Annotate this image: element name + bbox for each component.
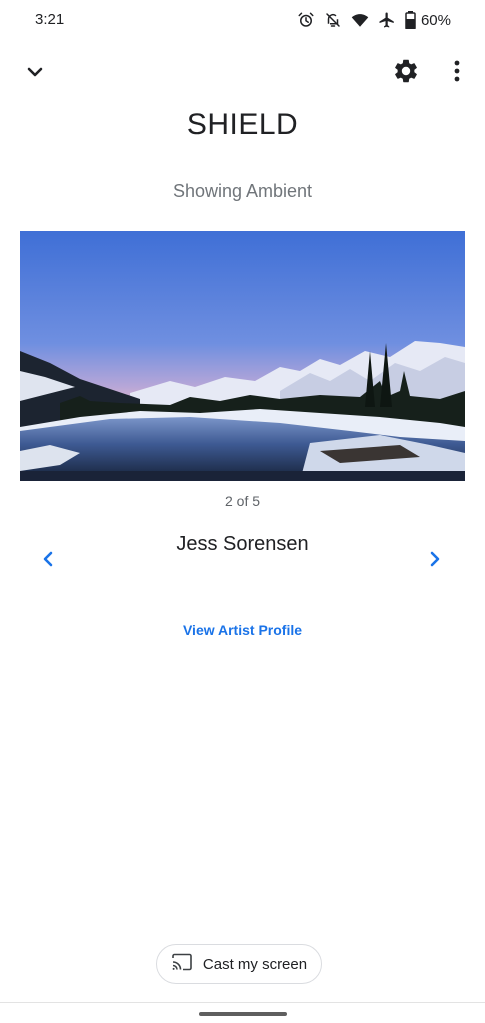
ambient-photo xyxy=(20,231,465,481)
device-title: SHIELD xyxy=(186,108,299,141)
status-bar: 3:21 60% xyxy=(0,0,485,40)
gear-icon xyxy=(392,57,420,90)
more-vert-icon xyxy=(454,60,460,87)
alarm-icon xyxy=(297,11,315,29)
more-options-button[interactable] xyxy=(446,58,468,88)
chevron-right-icon xyxy=(430,551,440,572)
screen: 3:21 60% SHIELD Showing Ambient 2 of 5 J… xyxy=(0,0,485,1023)
artist-name: Jess Sorensen xyxy=(176,533,309,555)
wifi-icon xyxy=(351,11,369,29)
chevron-down-icon xyxy=(27,64,43,82)
airplane-mode-icon xyxy=(378,11,396,29)
status-time: 3:21 xyxy=(35,11,65,28)
cast-icon xyxy=(171,953,193,976)
gesture-navigation-bar[interactable] xyxy=(199,1012,287,1016)
cast-screen-button[interactable]: Cast my screen xyxy=(156,944,322,984)
settings-button[interactable] xyxy=(391,58,421,88)
status-icons: 60% xyxy=(297,9,451,31)
photo-counter: 2 of 5 xyxy=(224,493,261,509)
cast-screen-label: Cast my screen xyxy=(202,955,308,973)
next-photo-button[interactable] xyxy=(424,550,446,572)
collapse-button[interactable] xyxy=(22,60,48,86)
battery-percent: 60% xyxy=(420,11,451,29)
view-artist-profile-link[interactable]: View Artist Profile xyxy=(0,622,485,638)
bell-off-icon xyxy=(324,11,342,29)
battery-icon xyxy=(405,11,416,29)
nav-divider xyxy=(0,1002,485,1003)
ambient-status: Showing Ambient xyxy=(172,181,313,201)
